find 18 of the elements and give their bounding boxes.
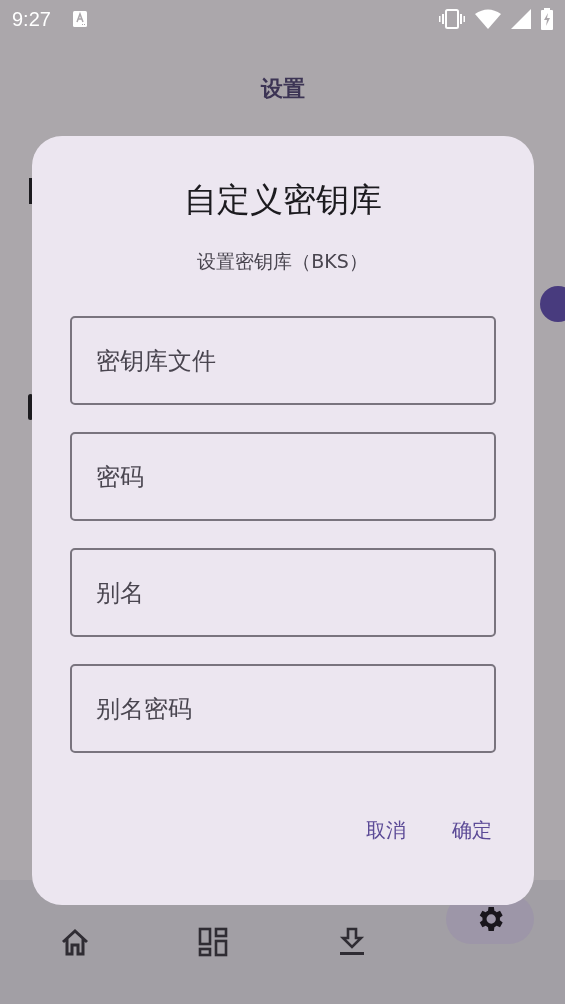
input-field[interactable]: 别名 (69, 548, 496, 637)
keyboard-status-icon (72, 11, 87, 27)
dialog-button[interactable]: 确定 (447, 807, 496, 854)
status-time: 9:27 (12, 7, 51, 31)
page-title: 设置 (259, 75, 306, 103)
dialog-title: 自定义密钥库 (182, 179, 383, 221)
signal-icon (511, 9, 531, 29)
vibrate-icon (439, 8, 465, 30)
input-field[interactable]: 密钥库文件 (69, 316, 496, 405)
dialog-subtitle: 设置密钥库（BKS） (196, 249, 369, 274)
home-icon (60, 928, 91, 956)
download-icon (338, 927, 365, 957)
wifi-icon (475, 9, 501, 29)
input-field[interactable]: 别名密码 (69, 664, 496, 753)
battery-icon (541, 8, 553, 30)
dialog-button[interactable]: 取消 (361, 807, 410, 854)
dashboard-icon (198, 927, 229, 957)
input-field[interactable]: 密码 (69, 432, 496, 521)
